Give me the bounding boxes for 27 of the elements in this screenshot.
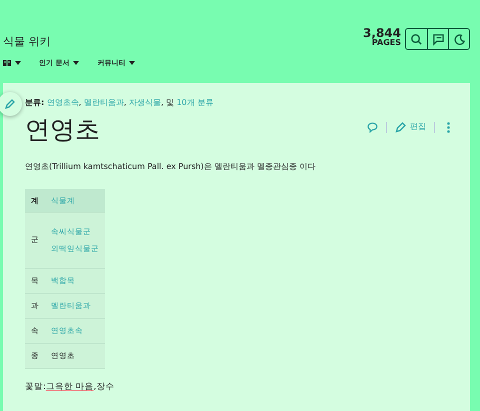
caret-icon <box>129 60 136 65</box>
speech-bubble-icon <box>367 122 378 132</box>
pencil-icon <box>4 98 16 110</box>
comment-button[interactable] <box>367 122 378 132</box>
page-title: 연영초 <box>25 115 100 145</box>
category-line: 분류: 연영초속, 멜란티움과, 자생식물, 및 10개 분류 <box>25 97 214 109</box>
site-title[interactable]: 식물 위키 <box>3 34 136 50</box>
intro-text: 연영초(Trillium kamtschaticum Pall. ex Pursh)은 멜란티움과 멜종관심종 이다 <box>25 161 316 173</box>
caret-icon <box>73 60 80 65</box>
category-link[interactable]: 연영초속 <box>46 98 79 107</box>
category-link[interactable]: 자생식물 <box>128 98 161 107</box>
category-link[interactable]: 멜란티움과 <box>84 98 124 107</box>
book-icon <box>3 59 11 66</box>
menu-button[interactable] <box>3 58 21 68</box>
speech-bubbles-icon <box>432 32 444 46</box>
category-link[interactable]: 10개 분류 <box>176 98 214 107</box>
edit-button[interactable] <box>0 92 22 116</box>
page-count-label: PAGES <box>372 38 401 46</box>
kebab-icon <box>447 122 450 132</box>
more-button[interactable] <box>447 122 450 132</box>
search-icon <box>410 32 423 46</box>
caret-icon <box>15 60 21 65</box>
edit-button[interactable]: 편집 <box>395 121 426 133</box>
moon-icon <box>452 32 466 46</box>
flower-language-text: 꽃말:그윽한 마음,장수 <box>25 380 116 394</box>
page-count: 3,844 <box>363 28 401 39</box>
pencil-icon <box>395 121 407 133</box>
